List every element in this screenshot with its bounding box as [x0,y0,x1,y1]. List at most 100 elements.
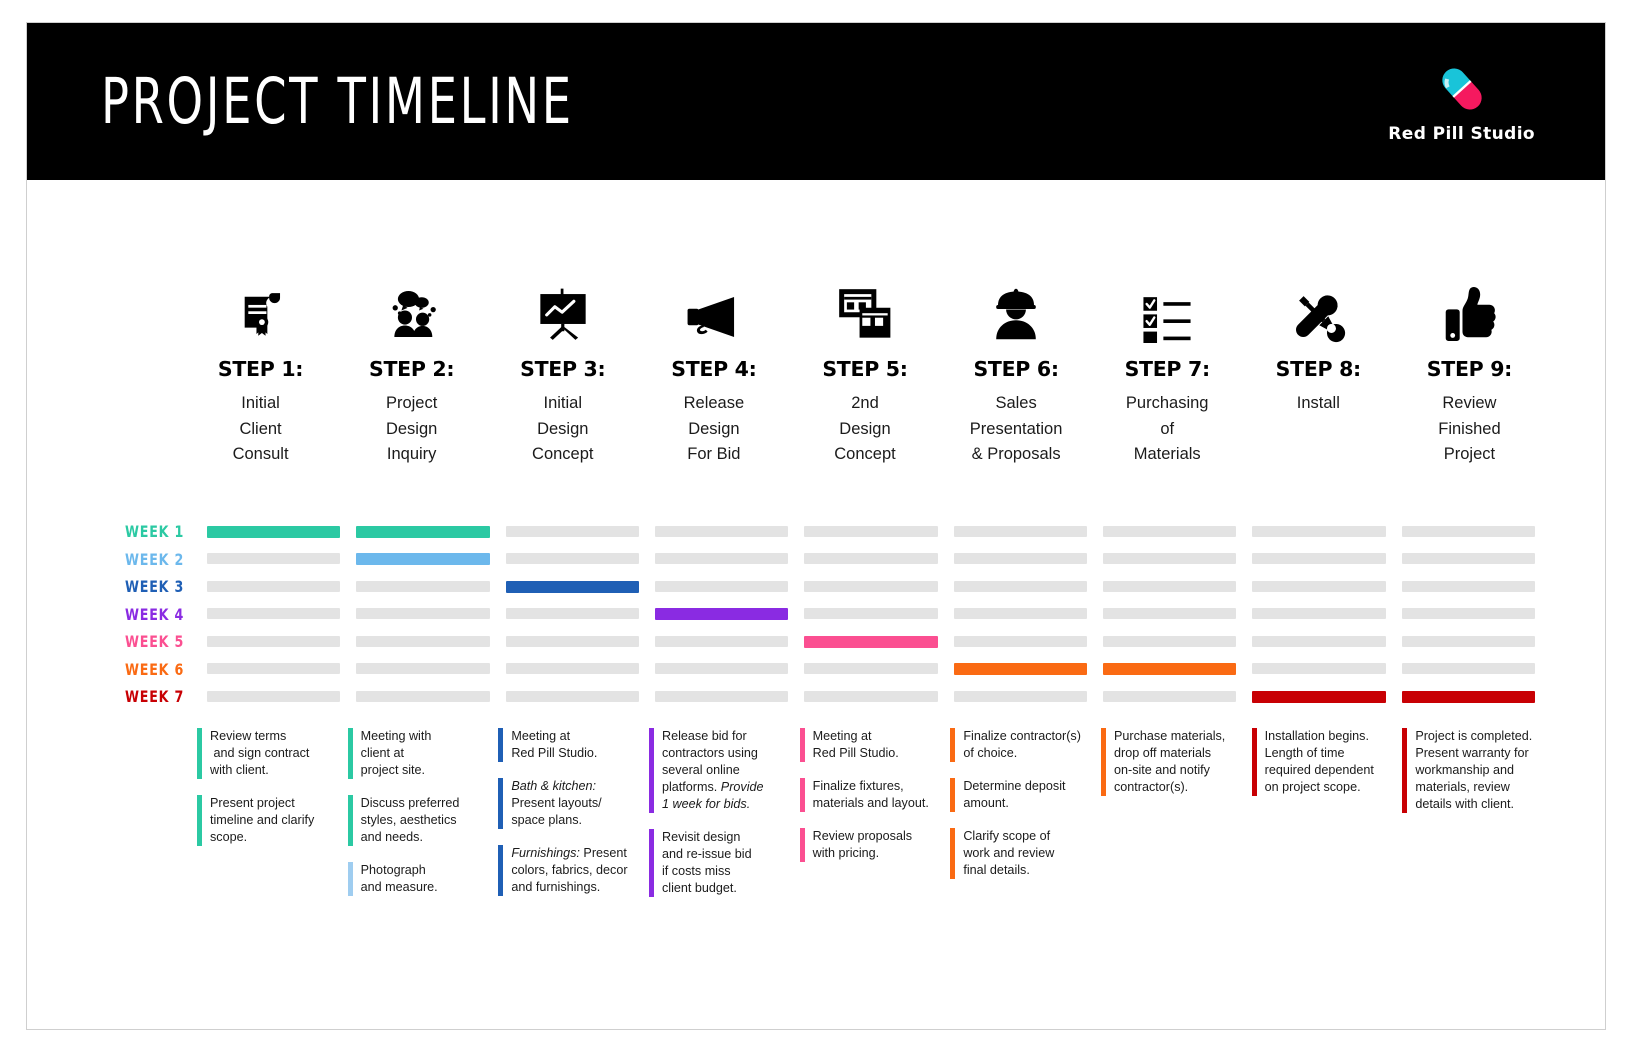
gantt-bar-track [207,525,1535,538]
gantt-row: WEEK 7 [125,683,1535,711]
gantt-bar-inactive [654,525,789,537]
gantt-bar-inactive [804,553,938,565]
gantt-bar-inactive [207,635,341,647]
step-description: Initial Design Concept [532,394,594,464]
gantt-bar-inactive [207,690,341,702]
note-item: Meeting at Red Pill Studio. [799,728,935,762]
note-item: Present project timeline and clarify scope… [197,795,332,846]
note-item: Furnishings: Present colors, fabrics, dec… [498,845,633,896]
gantt-bar-inactive [654,553,789,565]
step-description: Review Finished Project [1438,394,1501,464]
note-accent-bar [1101,728,1106,796]
gantt-bar-inactive [804,690,938,702]
gantt-bar-inactive [953,635,1087,647]
week-label: WEEK 2 [125,549,185,569]
poster-header: PROJECT TIMELINE Red Pill Studio [27,23,1605,180]
step-title: STEP 9: [1426,357,1513,381]
note-accent-bar [950,828,956,879]
gantt-bar-inactive [356,608,490,620]
step-title: STEP 2: [369,357,455,381]
note-item: Determine deposit amount. [950,778,1085,812]
note-accent-bar [1402,728,1408,813]
gantt-bar-inactive [1102,690,1237,702]
gantt-bar-inactive [356,580,490,592]
poster-frame: PROJECT TIMELINE Red Pill Studio STEP 1:… [26,22,1606,1030]
note-accent-bar [649,728,654,813]
note-accent-bar [799,728,805,762]
note-accent-bar [649,829,654,897]
gantt-bar-inactive [1252,635,1386,647]
gantt-bar-active [356,553,490,566]
brand-name: Red Pill Studio [1388,123,1535,144]
step-3: STEP 3: Initial Design Concept [487,281,638,468]
pill-capsule-icon [1441,67,1482,110]
step-description: Initial Client Consult [232,394,289,464]
gantt-chart: WEEK 1 WEEK 2 WEEK 3 WEEK 4 WEEK 5 WEEK 6 WEEK… [125,518,1535,711]
note-accent-bar [799,778,805,812]
gantt-row: WEEK 5 [125,628,1535,656]
gantt-bar-inactive [505,663,639,675]
step-description: 2nd Design Concept [834,394,896,464]
gantt-bar-inactive [356,690,490,702]
note-item: Photograph and measure. [347,862,483,896]
steps-strip: STEP 1: Initial Client Consult STEP 2: P… [185,281,1545,468]
step-description: Install [1296,394,1340,412]
gantt-bar-inactive [1252,663,1386,675]
gantt-bar-active [356,525,490,538]
gantt-bar-inactive [207,580,341,592]
gantt-bar-inactive [207,553,341,565]
note-column: Release bid for contractors using several … [649,728,784,897]
note-column: Installation begins. Length of time requir… [1251,728,1387,796]
note-text: Furnishings: Present colors, fabrics, dec… [511,846,628,894]
step-7: STEP 7: Purchasing of Materials [1092,281,1243,468]
wrench-screwdriver-icon [1289,281,1347,343]
step-6: STEP 6: Sales Presentation & Proposals [941,281,1092,468]
note-text: Meeting with client at project site. [360,729,432,777]
gantt-bar-inactive [1401,553,1535,565]
gantt-bar-inactive [1102,635,1237,647]
gantt-bar-inactive [654,635,789,647]
gantt-bar-active [953,663,1087,676]
gantt-bar-active [505,580,639,593]
gantt-bar-inactive [804,580,938,592]
gantt-bar-inactive [1401,608,1535,620]
gantt-bar-inactive [1102,580,1237,592]
note-item: Purchase materials, drop off materials on-… [1101,728,1236,796]
construction-worker-icon [989,281,1043,343]
gantt-bar-active [654,608,789,621]
note-item: Bath & kitchen: Present layouts/space pla… [498,778,633,829]
note-text: Photograph and measure. [360,863,438,894]
checklist-icon [1138,281,1196,343]
note-text: Discuss preferred styles, aesthetics and n… [360,796,460,844]
note-text: Determine deposit amount. [963,779,1066,810]
gantt-bar-inactive [654,690,789,702]
certificate-scroll-icon [232,281,290,343]
gantt-bar-inactive [356,635,490,647]
gantt-bar-inactive [1102,525,1237,537]
week-label: WEEK 1 [125,522,185,542]
gantt-bar-inactive [953,608,1087,620]
note-column: Meeting at Red Pill Studio. Finalize fixtu… [799,728,935,862]
note-accent-bar [498,845,504,896]
window-panels-icon [836,281,894,343]
gantt-bar-inactive [207,663,341,675]
gantt-bar-track [207,553,1535,566]
step-8: STEP 8: Install [1243,281,1394,468]
note-accent-bar [950,728,956,762]
gantt-bar-inactive [804,525,938,537]
note-item: Discuss preferred styles, aesthetics and n… [347,795,483,846]
gantt-bar-track [207,580,1535,593]
gantt-bar-inactive [505,635,639,647]
gantt-bar-track [207,608,1535,621]
brand-logo: Red Pill Studio [1388,60,1543,144]
gantt-bar-inactive [654,580,789,592]
note-text: Installation begins. Length of time requir… [1264,729,1374,794]
presentation-board-icon [533,281,593,343]
note-item: Revisit design and re-issue bid if costs m… [649,829,784,897]
week-label: WEEK 5 [125,632,185,652]
note-text: Meeting at Red Pill Studio. [812,729,899,760]
gantt-bar-track [207,690,1535,703]
gantt-bar-active [1252,690,1386,703]
note-item: Release bid for contractors using several … [649,728,784,813]
note-accent-bar [347,795,353,846]
